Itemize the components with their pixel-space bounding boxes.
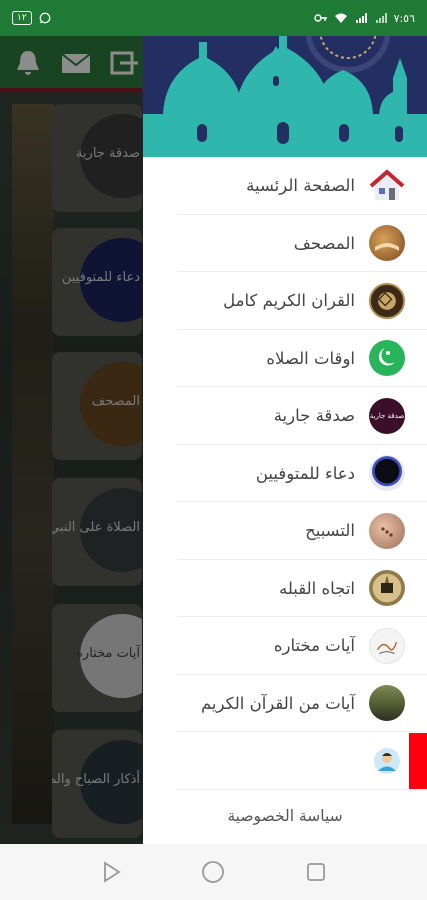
status-left: ١٢ xyxy=(12,11,52,25)
mosque-illustration xyxy=(143,36,427,157)
menu-item-mushaf[interactable]: المصحف xyxy=(143,215,427,273)
menu-item-selected-verses[interactable]: آيات مختاره xyxy=(143,617,427,675)
signal-icon xyxy=(355,13,367,23)
menu-item-home[interactable]: الصفحة الرئسية xyxy=(143,157,427,215)
mushaf-icon xyxy=(369,225,405,262)
menu-item-profile[interactable] xyxy=(143,732,427,790)
clock: ٧:٥٦ xyxy=(393,11,415,25)
back-button[interactable] xyxy=(97,858,125,886)
sadaqa-icon: صدقة جارية xyxy=(369,397,405,434)
home-button[interactable] xyxy=(199,858,227,886)
menu-item-dua-deceased[interactable]: دعاء للمتوفيين xyxy=(143,445,427,503)
menu-item-quran-full[interactable]: القران الكريم كامل xyxy=(143,272,427,330)
navigation-drawer: الصفحة الرئسية المصحف القران الكريم كامل… xyxy=(143,36,427,844)
selected-verses-icon xyxy=(369,627,405,664)
menu-item-tasbih[interactable]: التسبيح xyxy=(143,502,427,560)
back-triangle-icon xyxy=(104,861,121,883)
menu-label: اتجاه القبله xyxy=(279,578,355,598)
recents-button[interactable] xyxy=(302,858,330,886)
privacy-policy-label: سياسة الخصوصية xyxy=(227,807,343,825)
status-right: ٧:٥٦ xyxy=(313,11,415,25)
red-tab xyxy=(409,733,427,789)
drawer-header xyxy=(143,36,427,157)
privacy-policy-link[interactable]: سياسة الخصوصية xyxy=(143,788,427,844)
person-icon xyxy=(369,742,405,779)
system-nav-bar xyxy=(0,844,427,900)
menu-item-qibla[interactable]: اتجاه القبله xyxy=(143,560,427,618)
quran-full-icon xyxy=(369,282,405,319)
menu-item-prayer-times[interactable]: اوقات الصلاه xyxy=(143,330,427,388)
quran-verses-icon xyxy=(369,685,405,722)
signal-2-icon xyxy=(375,13,387,23)
qibla-icon xyxy=(369,570,405,607)
recents-square-icon xyxy=(306,863,325,881)
drawer-menu: الصفحة الرئسية المصحف القران الكريم كامل… xyxy=(143,157,427,790)
menu-label: آيات من القرآن الكريم xyxy=(200,693,355,713)
tasbih-icon xyxy=(369,512,405,549)
menu-item-sadaqa[interactable]: صدقة جارية صدقة جارية xyxy=(143,387,427,445)
menu-label: التسبيح xyxy=(305,521,355,541)
menu-label: دعاء للمتوفيين xyxy=(255,463,355,483)
sadaqa-thumb-text: صدقة جارية xyxy=(369,411,405,420)
battery-indicator: ١٢ xyxy=(12,11,32,25)
menu-label: القران الكريم كامل xyxy=(223,291,355,311)
menu-label: صدقة جارية xyxy=(273,406,355,426)
home-circle-icon xyxy=(202,861,225,883)
menu-item-quran-verses[interactable]: آيات من القرآن الكريم xyxy=(143,675,427,733)
prayer-times-icon xyxy=(369,340,405,377)
menu-label: اوقات الصلاه xyxy=(266,348,355,368)
whatsapp-icon xyxy=(39,12,51,24)
house-icon xyxy=(369,168,405,204)
wifi-icon xyxy=(334,13,347,23)
dua-deceased-icon xyxy=(369,455,405,492)
status-bar: ١٢ ٧:٥٦ xyxy=(0,0,427,36)
menu-label: المصحف xyxy=(293,233,355,253)
menu-label: آيات مختاره xyxy=(273,636,355,656)
menu-label: الصفحة الرئسية xyxy=(246,176,355,196)
vpn-key-icon xyxy=(313,14,327,22)
